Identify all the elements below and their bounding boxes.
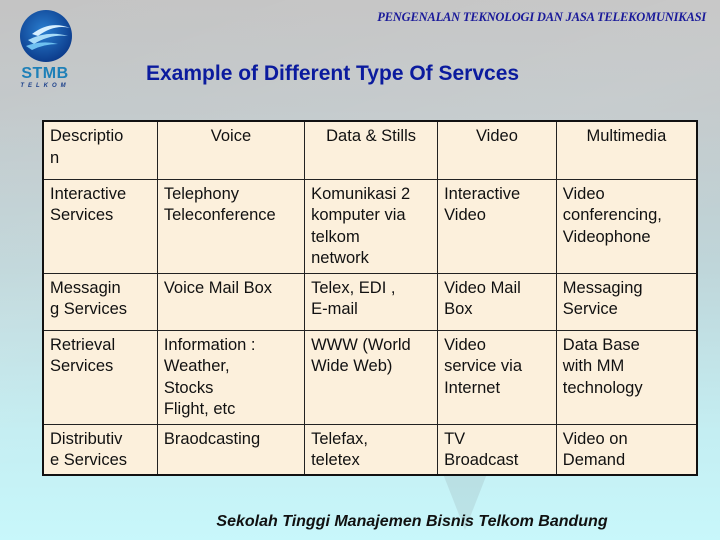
table-cell: Video on Demand: [555, 423, 698, 476]
table-row: Messagin g Services Voice Mail Box Telex…: [42, 272, 698, 331]
header-video: Video: [437, 120, 557, 180]
table-cell: Video conferencing, Videophone: [555, 178, 698, 274]
services-table: Descriptio n Voice Data & Stills Video M…: [42, 120, 698, 476]
table-cell: Data Base with MM technology: [555, 329, 698, 425]
header-title: PENGENALAN TEKNOLOGI DAN JASA TELEKOMUNI…: [377, 10, 706, 24]
table-cell: Messaging Service: [555, 272, 698, 331]
table-cell: TV Broadcast: [437, 423, 557, 476]
page-title: Example of Different Type Of Servces: [146, 62, 520, 85]
row-label: Interactive Services: [42, 178, 158, 274]
logo-name: STMB: [21, 65, 69, 82]
table-cell: Komunikasi 2 komputer via telkom network: [304, 178, 439, 274]
stmb-telkom-logo-icon: [20, 10, 72, 62]
logo-subtitle: TELKOM: [20, 83, 70, 89]
table-cell: WWW (World Wide Web): [304, 329, 439, 425]
row-label: Retrieval Services: [42, 329, 158, 425]
table-row: Retrieval Services Information : Weather…: [42, 329, 698, 425]
table-cell: Braodcasting: [156, 423, 306, 476]
table-cell: Interactive Video: [437, 178, 557, 274]
table-cell: Telephony Teleconference: [156, 178, 306, 274]
table-cell: Voice Mail Box: [156, 272, 306, 331]
stmb-telkom-logo: STMB TELKOM: [14, 8, 76, 89]
row-label: Distributiv e Services: [42, 423, 158, 476]
table-row: Interactive Services Telephony Teleconfe…: [42, 178, 698, 274]
header-voice: Voice: [156, 120, 306, 180]
table-cell: Video service via Internet: [437, 329, 557, 425]
table-cell: Information : Weather, Stocks Flight, et…: [156, 329, 306, 425]
row-label: Messagin g Services: [42, 272, 158, 331]
table-cell: Telex, EDI , E-mail: [304, 272, 439, 331]
footer-institution: Sekolah Tinggi Manajemen Bisnis Telkom B…: [216, 513, 608, 530]
table-row: Distributiv e Services Braodcasting Tele…: [42, 423, 698, 476]
table-cell: Telefax, teletex: [304, 423, 439, 476]
header-multimedia: Multimedia: [555, 120, 698, 180]
header-data-stills: Data & Stills: [304, 120, 439, 180]
header-description: Descriptio n: [42, 120, 158, 180]
table-header-row: Descriptio n Voice Data & Stills Video M…: [42, 120, 698, 180]
table-cell: Video Mail Box: [437, 272, 557, 331]
